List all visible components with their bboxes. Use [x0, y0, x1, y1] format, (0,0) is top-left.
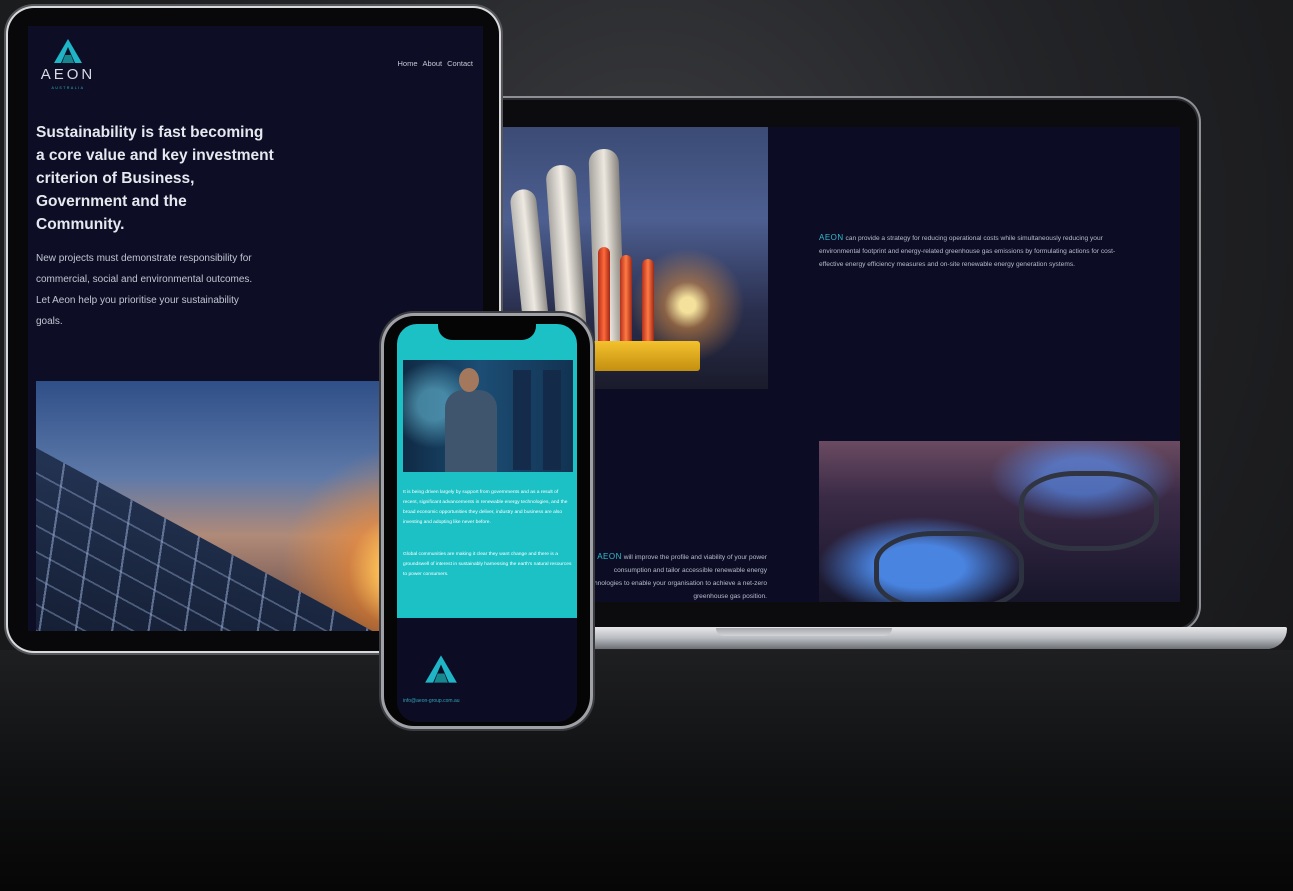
aeon-brand-text: AEON [597, 552, 622, 561]
laptop-paragraph-1: AEON can provide a strategy for reducing… [819, 231, 1119, 271]
reflective-floor [0, 650, 1293, 891]
main-nav: Home About Contact [398, 59, 473, 68]
brand-subtitle: AUSTRALIA [51, 86, 85, 90]
hero-headline: Sustainability is fast becoming a core v… [36, 124, 274, 233]
teal-content-section: It is being driven largely by support fr… [397, 324, 577, 618]
engineer-photo [403, 360, 573, 472]
aeon-logo-icon [54, 39, 82, 63]
nav-about[interactable]: About [423, 59, 443, 68]
phone-paragraph-1: It is being driven largely by support fr… [403, 490, 568, 525]
phone-notch [438, 322, 536, 340]
nav-contact[interactable]: Contact [447, 59, 473, 68]
laptop-paragraph-1-text: can provide a strategy for reducing oper… [819, 235, 1116, 268]
laptop-notch [716, 628, 892, 636]
phone-paragraph-2: Global communities are making it clear t… [403, 552, 572, 577]
aeon-brand-text: AEON [819, 233, 844, 242]
laptop-paragraph-2: AEON will improve the profile and viabil… [580, 550, 767, 602]
aeon-logo[interactable]: AEON AUSTRALIA [36, 38, 100, 94]
brand-name: AEON [40, 66, 96, 83]
contact-email-link[interactable]: info@aeon-group.com.au [403, 698, 460, 704]
phone-screen: It is being driven largely by support fr… [397, 324, 577, 722]
aeon-logo-icon [425, 655, 457, 683]
nav-home[interactable]: Home [398, 59, 418, 68]
laptop-screen: AEON can provide a strategy for reducing… [500, 127, 1180, 602]
hero-body-text: New projects must demonstrate responsibi… [36, 253, 253, 327]
gas-burner-photo [819, 441, 1180, 602]
